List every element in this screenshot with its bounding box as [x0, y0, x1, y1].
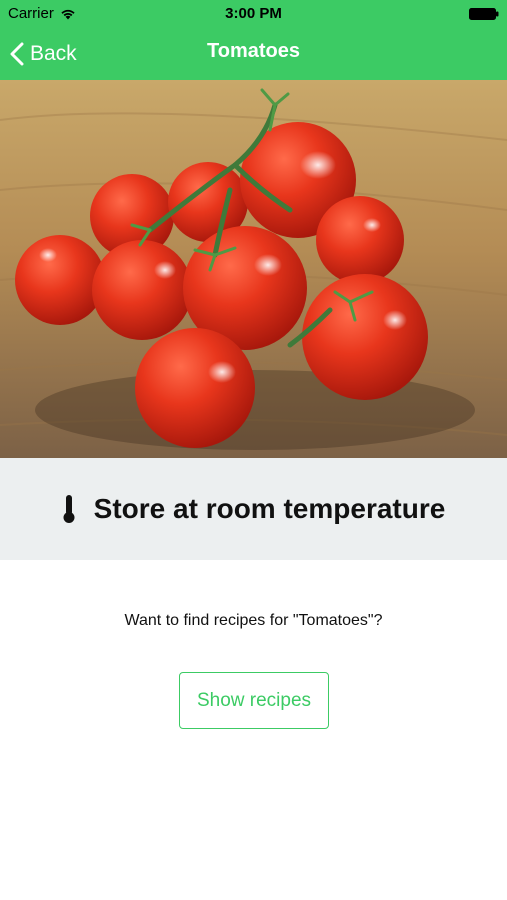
storage-banner: Store at room temperature — [0, 458, 507, 560]
battery-icon — [469, 8, 499, 20]
thermometer-icon — [63, 495, 75, 523]
storage-instruction: Store at room temperature — [93, 493, 446, 524]
tomatoes-photo — [0, 80, 507, 458]
page-title: Tomatoes — [207, 40, 300, 62]
hero-image — [0, 80, 507, 458]
status-time: 3:00 PM — [225, 5, 282, 22]
recipe-question: Want to find recipes for "Tomatoes"? — [124, 612, 383, 629]
navigation-bar: Back Tomatoes — [0, 28, 507, 80]
status-bar: Carrier 3:00 PM — [0, 0, 507, 28]
show-recipes-button[interactable]: Show recipes — [179, 672, 329, 729]
